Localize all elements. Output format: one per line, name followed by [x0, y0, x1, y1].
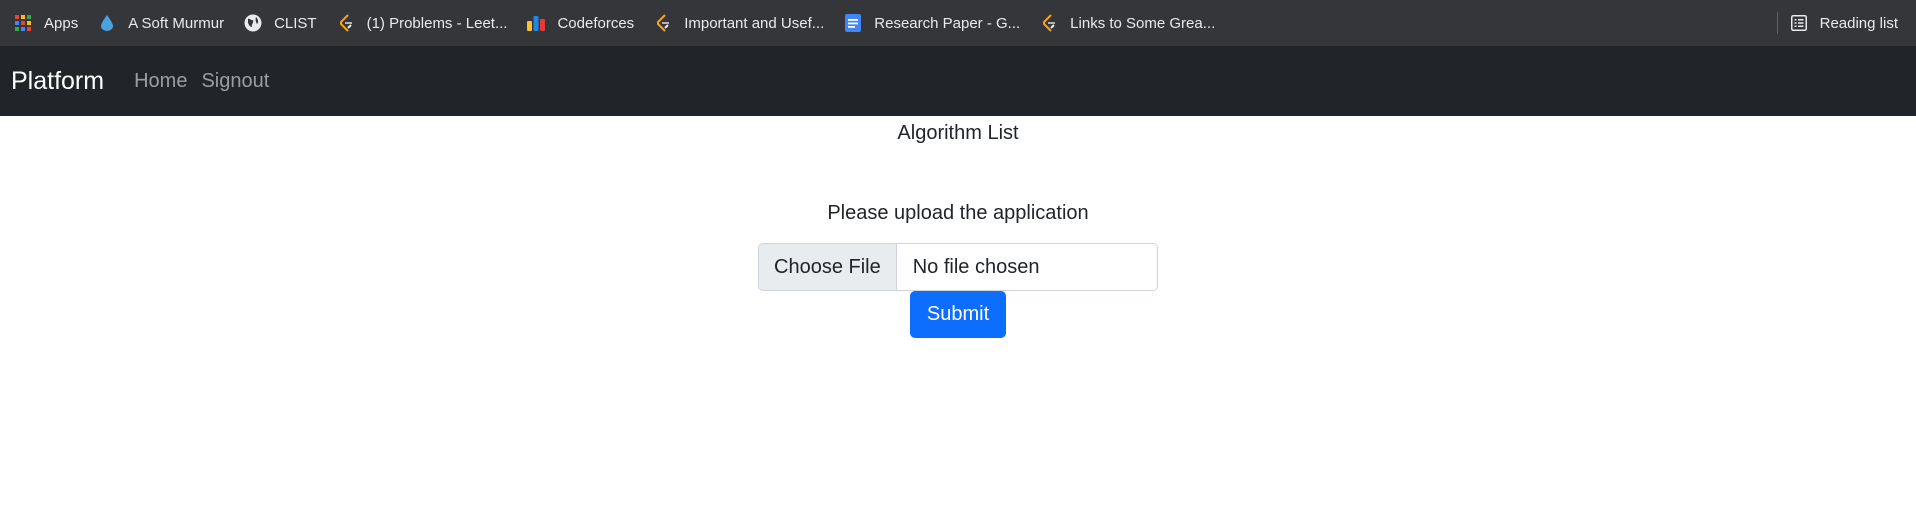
- bookmark-codeforces[interactable]: Codeforces: [527, 14, 634, 32]
- nav-link-signout[interactable]: Signout: [201, 70, 269, 93]
- bookmark-research-paper[interactable]: Research Paper - G...: [844, 14, 1020, 32]
- bookmark-apps[interactable]: Apps: [14, 14, 78, 32]
- globe-icon: [244, 14, 262, 32]
- bookmark-label: Important and Usef...: [684, 14, 825, 32]
- leetcode-icon: [654, 14, 672, 32]
- bookmark-links-to-some-great[interactable]: Links to Some Grea...: [1040, 14, 1215, 32]
- upload-prompt: Please upload the application: [827, 202, 1089, 224]
- leetcode-icon: [1040, 14, 1058, 32]
- google-docs-icon: [844, 14, 862, 32]
- bookmark-label: A Soft Murmur: [128, 14, 225, 32]
- leetcode-icon: [337, 14, 355, 32]
- reading-list-button[interactable]: Reading list: [1790, 0, 1898, 46]
- bookmark-label: Research Paper - G...: [874, 14, 1021, 32]
- choose-file-button[interactable]: Choose File: [759, 244, 897, 290]
- bookmark-a-soft-murmur[interactable]: A Soft Murmur: [98, 14, 224, 32]
- file-status: No file chosen: [896, 244, 1157, 290]
- main-content: Algorithm List Please upload the applica…: [0, 121, 1916, 338]
- water-drop-icon: [98, 14, 116, 32]
- apps-grid-icon: [14, 14, 32, 32]
- bookmark-label: Codeforces: [557, 14, 635, 32]
- bookmark-label: CLIST: [274, 14, 317, 32]
- reading-list-label: Reading list: [1819, 14, 1898, 32]
- nav-link-home[interactable]: Home: [134, 70, 187, 93]
- bookmark-clist[interactable]: CLIST: [244, 14, 317, 32]
- reading-list-icon: [1790, 14, 1808, 32]
- file-input[interactable]: Choose File No file chosen: [758, 243, 1158, 291]
- codeforces-icon: [527, 14, 546, 32]
- bookmark-label: Apps: [44, 14, 79, 32]
- bookmark-label: Links to Some Grea...: [1070, 14, 1216, 32]
- bookmark-label: (1) Problems - Leet...: [366, 14, 508, 32]
- submit-button[interactable]: Submit: [909, 291, 1007, 338]
- bookmark-important-and-useful[interactable]: Important and Usef...: [654, 14, 824, 32]
- navbar: Platform Home Signout: [0, 46, 1916, 116]
- bookmarks-bar: Apps A Soft Murmur CLIST (1) Problems - …: [0, 0, 1916, 46]
- page-title: Algorithm List: [897, 122, 1019, 144]
- navbar-brand[interactable]: Platform: [11, 67, 104, 96]
- bookmark-leetcode-problems[interactable]: (1) Problems - Leet...: [337, 14, 508, 32]
- bookmarks-divider: [1777, 12, 1778, 34]
